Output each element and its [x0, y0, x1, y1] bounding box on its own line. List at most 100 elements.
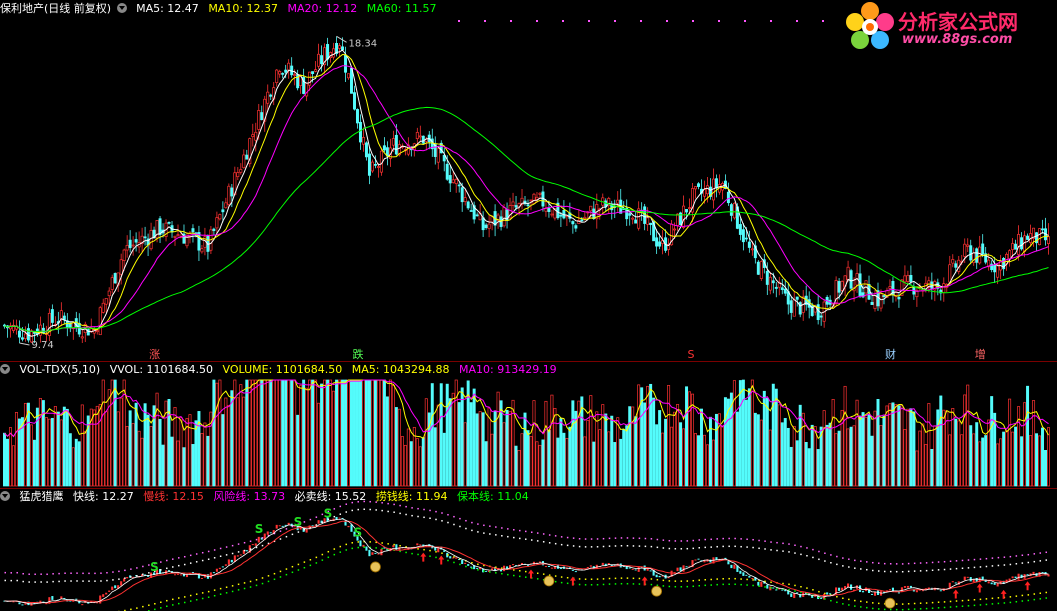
- indicator-band-dot: [327, 550, 330, 553]
- indicator-candle: [538, 561, 542, 563]
- indicator-band-dot: [680, 580, 683, 582]
- indicator-band-dot: [477, 531, 479, 533]
- volume-bar: [338, 379, 342, 487]
- top-signal-dot: [744, 20, 746, 22]
- indicator-band-dot: [441, 520, 443, 522]
- indicator-band-dot: [195, 561, 198, 563]
- indicator-band-dot: [734, 545, 736, 548]
- volume-bar: [538, 444, 542, 487]
- indicator-band-dot: [195, 553, 198, 555]
- candle-body: [741, 229, 745, 243]
- volume-bar: [720, 425, 724, 487]
- indicator-candle: [909, 585, 912, 588]
- settings-dropdown-icon[interactable]: [116, 3, 127, 13]
- candle-body: [628, 213, 632, 216]
- indicator-candle: [269, 532, 272, 534]
- candle-body: [532, 193, 536, 204]
- indicator-band-dot: [782, 550, 784, 552]
- indicator-band-dot: [195, 593, 198, 595]
- candle-body: [391, 138, 395, 146]
- volume-bar: [248, 379, 252, 487]
- indicator-candle: [114, 585, 117, 589]
- volume-bar: [999, 438, 1003, 487]
- indicator-candle: [227, 559, 230, 565]
- volume-bar: [326, 379, 330, 487]
- volume-bar: [792, 425, 796, 487]
- volume-bar: [646, 385, 650, 487]
- indicator-band-dot: [381, 509, 383, 512]
- indicator-band-dot: [626, 582, 629, 585]
- indicator-band-dot: [907, 608, 910, 611]
- indicator-candle: [511, 564, 515, 566]
- indicator-band-dot: [1009, 601, 1012, 604]
- indicator-band-dot: [309, 564, 312, 567]
- volume-bar: [379, 379, 383, 487]
- volume-bar: [493, 411, 497, 487]
- indicator-band-dot: [321, 559, 324, 561]
- indicator-band-dot: [824, 552, 826, 554]
- volume-bar: [685, 386, 689, 487]
- up-arrow-icon: [1000, 589, 1007, 599]
- indicator-band-dot: [680, 548, 683, 550]
- volume-bar: [885, 405, 889, 487]
- volume-bar: [400, 436, 404, 487]
- indicator-band-dot: [722, 545, 724, 548]
- indicator-band-dot: [483, 570, 485, 572]
- indicator-settings-icon[interactable]: [0, 491, 10, 501]
- indicator-band-dot: [1021, 594, 1024, 597]
- indicator-band-dot: [423, 508, 425, 511]
- volume-bar: [14, 412, 18, 487]
- indicator-band-dot: [716, 538, 718, 540]
- indicator-band-dot: [632, 583, 635, 585]
- volume-bar: [514, 445, 518, 487]
- indicator-band-dot: [261, 537, 264, 539]
- indicator-band-dot: [483, 532, 485, 534]
- volume-bar: [771, 383, 775, 487]
- candle-body: [376, 166, 380, 168]
- volume-bar: [697, 435, 700, 487]
- indicator-band-dot: [554, 535, 557, 537]
- volume-bar: [1026, 385, 1030, 487]
- indicator-band-dot: [812, 556, 814, 559]
- volume-bar: [95, 405, 99, 487]
- indicator-band-dot: [901, 570, 904, 573]
- candle-body: [50, 309, 54, 323]
- volume-bar: [723, 397, 727, 487]
- indicator-band-dot: [207, 550, 210, 553]
- volume-bar: [852, 425, 856, 487]
- indicator-band-dot: [548, 542, 551, 544]
- indicator-band-dot: [985, 557, 988, 560]
- volume-settings-icon[interactable]: [0, 364, 10, 374]
- volume-bar: [744, 399, 748, 487]
- top-signal-dot: [484, 20, 486, 22]
- indicator-band-dot: [710, 546, 712, 548]
- indicator-candle: [697, 558, 700, 560]
- indicator-band-dot: [160, 561, 162, 563]
- indicator-band-dot: [411, 514, 413, 517]
- volume-bar: [786, 427, 790, 487]
- indicator-band-dot: [1039, 560, 1042, 562]
- volume-bar: [3, 432, 6, 487]
- indicator-band-dot: [315, 516, 318, 518]
- indicator-candle: [347, 525, 350, 528]
- indicator-band-dot: [716, 583, 718, 586]
- indicator-band-dot: [937, 601, 940, 603]
- candle-body: [765, 270, 769, 285]
- indicator-band-dot: [596, 546, 599, 548]
- indicator-band-dot: [818, 590, 820, 593]
- indicator-band-dot: [225, 546, 228, 548]
- indicator-candle: [766, 584, 769, 589]
- indicator-band-dot: [530, 539, 533, 541]
- volume-bar: [215, 382, 219, 487]
- indicator-band-dot: [195, 599, 198, 601]
- volume-bar: [421, 437, 425, 487]
- volume-bar: [463, 422, 467, 487]
- indicator-band-dot: [477, 563, 479, 566]
- indicator-band-dot: [758, 585, 760, 587]
- indicator-band-dot: [967, 605, 970, 607]
- indicator-band-dot: [919, 608, 922, 610]
- indicator-band-dot: [207, 558, 210, 561]
- volume-bar: [430, 383, 434, 487]
- indicator-band-dot: [877, 602, 880, 605]
- candle-body: [236, 172, 240, 177]
